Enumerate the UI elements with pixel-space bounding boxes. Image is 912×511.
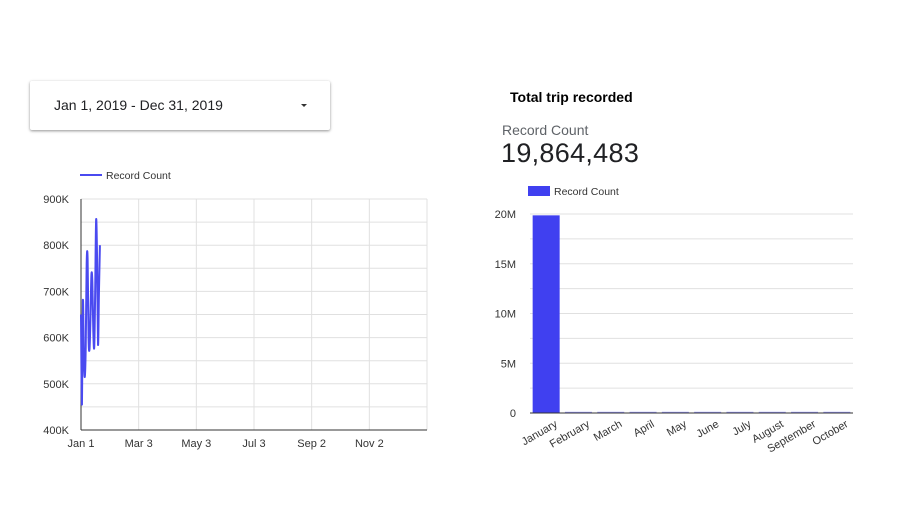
x-tick-label: June	[694, 418, 721, 440]
legend-swatch	[528, 186, 550, 196]
x-tick-label: October	[810, 418, 850, 448]
y-tick-label: 0	[510, 408, 516, 420]
x-tick-label: March	[592, 418, 624, 444]
bar-chart: 20M15M10M5M0Record CountJanuaryFebruary M…	[495, 186, 853, 456]
legend-label: Record Count	[554, 186, 619, 198]
y-tick-label: 10M	[495, 309, 516, 321]
x-tick-label: May	[665, 418, 689, 439]
bar	[532, 215, 560, 413]
x-tick-label: April	[631, 418, 656, 439]
y-tick-label: 15M	[495, 259, 516, 271]
y-tick-label: 20M	[495, 209, 516, 221]
y-tick-label: 5M	[501, 358, 516, 370]
